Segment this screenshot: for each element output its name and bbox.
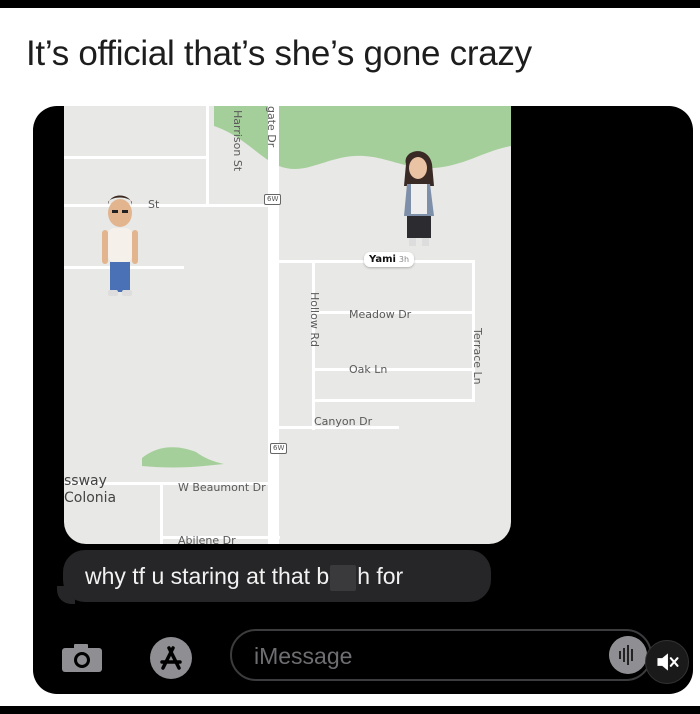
top-border — [0, 0, 700, 8]
place-label-line1: ssway — [64, 473, 107, 489]
message-text-end: h for — [357, 563, 404, 589]
boy-bitmoji — [102, 195, 138, 296]
street-label-abilene: Abilene Dr — [178, 534, 236, 544]
street-label-terrace: Terrace Ln — [471, 328, 484, 385]
audio-record-icon[interactable] — [609, 636, 647, 674]
road-harrison — [206, 106, 209, 206]
muted-speaker-icon[interactable] — [645, 640, 689, 684]
small-park — [142, 447, 224, 468]
imessage-placeholder: iMessage — [254, 643, 353, 669]
received-message-bubble[interactable]: why tf u staring at that b h for — [63, 550, 491, 602]
imessage-input[interactable]: iMessage — [230, 629, 652, 681]
street-label-st: St — [148, 198, 160, 211]
app-store-icon[interactable] — [149, 636, 193, 680]
road-st — [64, 204, 274, 207]
street-label-harrison: Harrison St — [231, 110, 244, 172]
street-label-oak: Oak Ln — [349, 363, 388, 376]
street-label-hollow: Hollow Rd — [308, 292, 321, 347]
friend-name: Yami — [369, 254, 396, 265]
friend-name-tag[interactable]: Yami 3h — [364, 252, 415, 267]
highway-shield-bottom: 6W — [270, 443, 288, 454]
snap-map-preview[interactable]: Harrison St gate Dr St Hollow Rd Meadow … — [64, 106, 511, 544]
post-caption: It’s official that’s she’s gone crazy — [26, 34, 532, 73]
friend-last-seen: 3h — [398, 255, 410, 264]
street-label-meadow: Meadow Dr — [349, 308, 412, 321]
highway-shield-top: 6W — [264, 194, 282, 205]
phone-screenshot: Harrison St gate Dr St Hollow Rd Meadow … — [33, 106, 693, 694]
road-oak — [315, 368, 475, 371]
censor-block — [330, 564, 357, 591]
camera-icon[interactable] — [60, 642, 104, 674]
park-area — [214, 106, 511, 170]
place-label: ssway Colonia — [64, 473, 116, 507]
message-text-start: why tf u staring at that b — [85, 563, 330, 589]
street-label-beaumont: W Beaumont Dr — [178, 481, 266, 494]
yami-bitmoji — [404, 151, 434, 246]
map-canvas — [64, 106, 511, 544]
road-main — [268, 106, 279, 544]
bottom-border — [0, 706, 700, 714]
street-label-canyon: Canyon Dr — [314, 415, 373, 428]
place-label-line2: Colonia — [64, 490, 117, 506]
street-label-gate: gate Dr — [265, 106, 278, 148]
